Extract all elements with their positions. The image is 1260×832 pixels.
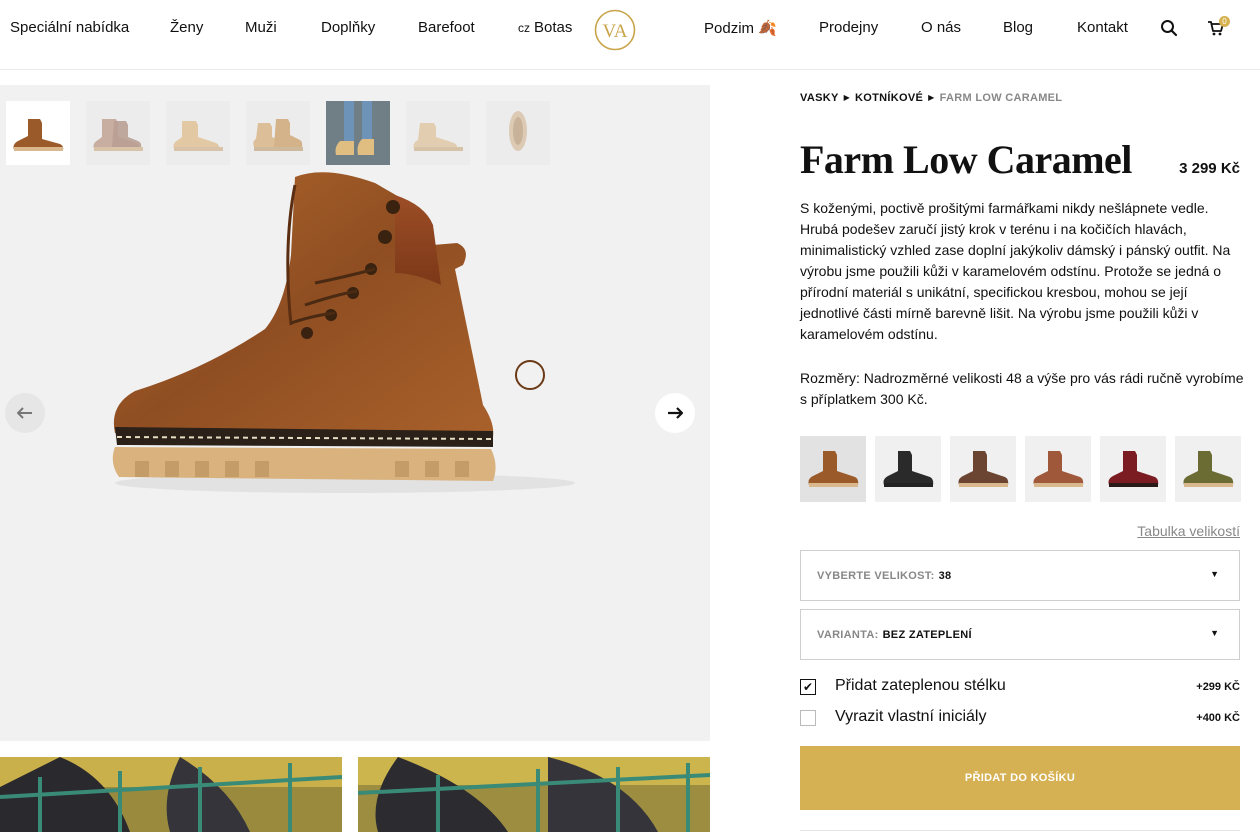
cart-icon[interactable]: 0 <box>1207 16 1230 39</box>
breadcrumb-current: FARM LOW CARAMEL <box>939 92 1063 104</box>
thumbnail-3[interactable] <box>166 101 230 165</box>
custom-initials-checkbox[interactable] <box>800 710 816 726</box>
breadcrumb: VASKY ▶ KOTNÍKOVÉ ▶ FARM LOW CARAMEL <box>800 92 1062 104</box>
option-price: +400 KČ <box>1196 712 1240 724</box>
chevron-down-icon: ▼ <box>1210 569 1219 579</box>
brand-logo[interactable]: VA <box>594 9 636 51</box>
language-label: Botas <box>534 19 573 36</box>
color-variant-burgundy[interactable] <box>1100 436 1166 502</box>
insulated-insole-checkbox[interactable]: ✔ <box>800 679 816 695</box>
logo-letters: VA <box>603 21 628 42</box>
variant-select-value: BEZ ZATEPLENÍ <box>882 629 972 641</box>
option-insulated-insole: ✔ Přidat zateplenou stélku +299 KČ <box>800 677 1240 697</box>
product-title: Farm Low Caramel <box>800 137 1132 182</box>
breadcrumb-brand[interactable]: VASKY <box>800 92 839 104</box>
color-variant-caramel[interactable] <box>800 436 866 502</box>
nav-special-offer[interactable]: Speciální nabídka <box>10 19 129 36</box>
thumbnail-4[interactable] <box>246 101 310 165</box>
main-product-image <box>112 172 575 493</box>
nav-about[interactable]: O nás <box>921 19 961 36</box>
variant-select-label: VARIANTA: BEZ ZATEPLENÍ <box>817 629 972 641</box>
chevron-down-icon: ▼ <box>1210 628 1219 638</box>
nav-stores[interactable]: Prodejny <box>819 19 878 36</box>
thumbnail-strip <box>6 101 550 165</box>
divider <box>800 830 1240 831</box>
nav-contact[interactable]: Kontakt <box>1077 19 1128 36</box>
option-label: Přidat zateplenou stélku <box>835 677 1006 694</box>
nav-accessories[interactable]: Doplňky <box>321 19 375 36</box>
gallery-prev-button[interactable] <box>5 393 45 433</box>
lifestyle-photo-2 <box>358 757 710 832</box>
add-to-cart-button[interactable]: PŘIDAT DO KOŠÍKU <box>800 746 1240 810</box>
breadcrumb-category[interactable]: KOTNÍKOVÉ <box>855 92 923 104</box>
lifestyle-photo-1 <box>0 757 342 832</box>
product-gallery <box>0 85 710 741</box>
color-variant-dark-brown[interactable] <box>950 436 1016 502</box>
nav-language-switch[interactable]: cz Botas <box>518 19 572 36</box>
cart-count-badge: 0 <box>1219 16 1230 27</box>
color-swatch-shape <box>883 451 934 485</box>
arrow-left-icon <box>17 407 32 419</box>
thumbnail-6[interactable] <box>406 101 470 165</box>
size-select[interactable]: VYBERTE VELIKOST: 38 ▼ <box>800 550 1240 601</box>
product-dimensions-note: Rozměry: Nadrozměrné velikosti 48 a výše… <box>800 370 1244 407</box>
size-table-link[interactable]: Tabulka velikostí <box>1100 523 1240 539</box>
site-header: Speciální nabídka Ženy Muži Doplňky Bare… <box>0 0 1260 70</box>
search-icon[interactable] <box>1160 19 1180 39</box>
size-select-label: VYBERTE VELIKOST: 38 <box>817 570 952 582</box>
nav-men[interactable]: Muži <box>245 19 277 36</box>
variant-select[interactable]: VARIANTA: BEZ ZATEPLENÍ ▼ <box>800 609 1240 660</box>
nav-barefoot[interactable]: Barefoot <box>418 19 475 36</box>
option-custom-initials: Vyrazit vlastní iniciály +400 KČ <box>800 708 1240 728</box>
nav-women[interactable]: Ženy <box>170 19 203 36</box>
breadcrumb-separator-icon: ▶ <box>928 93 935 102</box>
thumbnail-2[interactable] <box>86 101 150 165</box>
product-price: 3 299 Kč <box>1179 160 1240 177</box>
color-swatch-shape <box>808 451 859 485</box>
option-price: +299 KČ <box>1196 681 1240 693</box>
gallery-next-button[interactable] <box>655 393 695 433</box>
breadcrumb-separator-icon: ▶ <box>843 93 851 102</box>
color-swatch-shape <box>1108 451 1159 485</box>
language-code: cz <box>518 21 530 35</box>
color-swatch-shape <box>1183 451 1234 485</box>
nav-autumn[interactable]: Podzim 🍂 <box>704 19 777 37</box>
thumbnail-5-lifestyle-photo[interactable] <box>326 101 390 165</box>
color-swatch-shape <box>1033 451 1084 485</box>
color-variants <box>800 436 1241 502</box>
color-variant-olive[interactable] <box>1175 436 1241 502</box>
option-label: Vyrazit vlastní iniciály <box>835 708 987 725</box>
nav-blog[interactable]: Blog <box>1003 19 1033 36</box>
color-variant-rust[interactable] <box>1025 436 1091 502</box>
arrow-right-icon <box>668 407 683 419</box>
color-variant-black[interactable] <box>875 436 941 502</box>
product-description: S koženými, poctivě prošitými farmářkami… <box>800 200 1231 342</box>
size-select-value: 38 <box>938 570 952 582</box>
thumbnail-1[interactable] <box>6 101 70 165</box>
thumbnail-7[interactable] <box>486 101 550 165</box>
color-swatch-shape <box>958 451 1009 485</box>
